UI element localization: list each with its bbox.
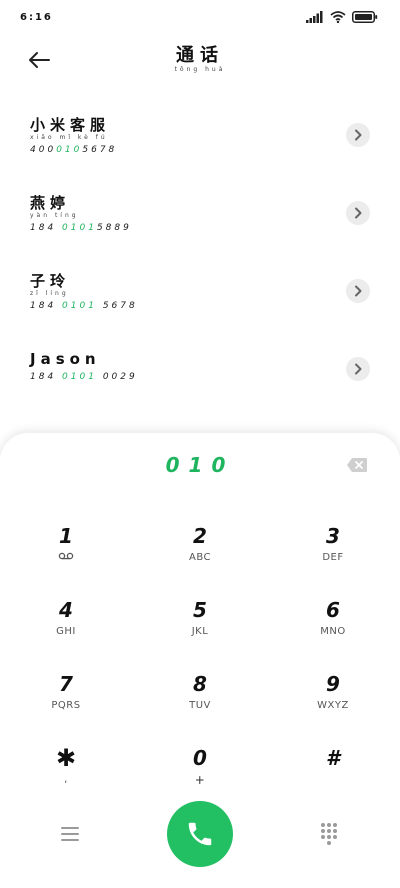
contact-detail-button[interactable] bbox=[346, 357, 370, 381]
number-suffix: 0029 bbox=[96, 372, 138, 382]
signal-bars-icon bbox=[306, 11, 323, 23]
contact-name: 小米客服 bbox=[30, 116, 111, 134]
contact-detail-button[interactable] bbox=[346, 201, 370, 225]
contact-number: 184 0101 5678 bbox=[30, 301, 400, 311]
contact-list: 小米客服 xiǎo mǐ kè fú 4000105678 燕婷 yàn tín… bbox=[0, 96, 400, 408]
contact-item[interactable]: 燕婷 yàn tíng 184 01015889 bbox=[0, 174, 400, 252]
key-4[interactable]: 4 GHI bbox=[16, 597, 116, 657]
key-letters: ABC bbox=[188, 552, 211, 563]
key-8[interactable]: 8 TUV bbox=[150, 671, 250, 731]
number-match: 0101 bbox=[62, 372, 97, 382]
number-match: 0101 bbox=[62, 223, 97, 233]
bottom-bar bbox=[0, 799, 400, 869]
contact-number: 4000105678 bbox=[30, 145, 400, 155]
key-digit: # bbox=[326, 746, 340, 770]
key-0[interactable]: 0 + bbox=[150, 745, 250, 805]
page-title-pinyin: tōng huà bbox=[174, 66, 226, 73]
backspace-icon[interactable] bbox=[346, 457, 368, 473]
battery-icon bbox=[352, 11, 378, 23]
dialed-number[interactable]: 010 bbox=[0, 453, 400, 477]
key-3[interactable]: 3 DEF bbox=[283, 523, 383, 583]
key-1[interactable]: 1 bbox=[16, 523, 116, 583]
key-digit: 7 bbox=[59, 672, 73, 696]
key-7[interactable]: 7 PQRS bbox=[16, 671, 116, 731]
contact-pinyin: xiǎo mǐ kè fú bbox=[30, 134, 108, 141]
status-icons bbox=[306, 11, 378, 23]
contact-item[interactable]: Jason 184 0101 0029 bbox=[0, 330, 400, 408]
contact-name: Jason bbox=[30, 350, 101, 368]
number-suffix: 5678 bbox=[82, 145, 118, 155]
key-star[interactable]: ✱ , bbox=[16, 745, 116, 805]
call-button[interactable] bbox=[167, 801, 233, 867]
key-digit: 8 bbox=[193, 672, 207, 696]
contact-detail-button[interactable] bbox=[346, 279, 370, 303]
status-time: 6:16 bbox=[20, 12, 53, 23]
key-digit: 6 bbox=[326, 598, 340, 622]
wifi-icon bbox=[330, 11, 346, 23]
key-digit: 3 bbox=[326, 524, 340, 548]
key-5[interactable]: 5 JKL bbox=[150, 597, 250, 657]
header: 通话 tōng huà bbox=[0, 40, 400, 80]
key-letters: GHI bbox=[56, 626, 76, 637]
chevron-right-icon bbox=[355, 207, 362, 219]
contact-item[interactable]: 子玲 zǐ líng 184 0101 5678 bbox=[0, 252, 400, 330]
key-digit: 2 bbox=[193, 524, 207, 548]
key-digit: 4 bbox=[59, 598, 73, 622]
key-hash[interactable]: # bbox=[283, 745, 383, 805]
number-prefix: 400 bbox=[30, 145, 57, 155]
key-digit: ✱ bbox=[55, 744, 77, 772]
key-digit: 9 bbox=[326, 672, 340, 696]
contact-pinyin: zǐ líng bbox=[30, 290, 69, 297]
contact-number: 184 0101 0029 bbox=[30, 372, 400, 382]
page-title-wrap: 通话 tōng huà bbox=[0, 46, 400, 74]
contact-detail-button[interactable] bbox=[346, 123, 370, 147]
chevron-right-icon bbox=[355, 285, 362, 297]
key-letters: MNO bbox=[320, 626, 346, 637]
menu-icon[interactable] bbox=[58, 823, 82, 845]
key-letters: WXYZ bbox=[317, 700, 349, 711]
chevron-right-icon bbox=[355, 129, 362, 141]
contact-name: 子玲 bbox=[30, 272, 71, 290]
number-prefix: 184 bbox=[30, 223, 63, 233]
contact-pinyin: yàn tíng bbox=[30, 212, 79, 219]
key-2[interactable]: 2 ABC bbox=[150, 523, 250, 583]
key-digit: 0 bbox=[193, 746, 207, 770]
status-bar: 6:16 bbox=[0, 0, 400, 38]
phone-icon bbox=[188, 822, 212, 846]
number-prefix: 184 bbox=[30, 372, 63, 382]
number-prefix: 184 bbox=[30, 301, 63, 311]
key-letters: + bbox=[194, 773, 206, 787]
contact-name: 燕婷 bbox=[30, 194, 71, 212]
key-letters: JKL bbox=[191, 626, 209, 637]
key-9[interactable]: 9 WXYZ bbox=[283, 671, 383, 731]
number-suffix: 5889 bbox=[96, 223, 132, 233]
key-digit: 5 bbox=[193, 598, 207, 622]
number-match: 0101 bbox=[62, 301, 97, 311]
key-letters: DEF bbox=[322, 552, 344, 563]
dialpad-grid-icon[interactable] bbox=[318, 821, 340, 845]
chevron-right-icon bbox=[355, 363, 362, 375]
contact-item[interactable]: 小米客服 xiǎo mǐ kè fú 4000105678 bbox=[0, 96, 400, 174]
number-match: 010 bbox=[56, 145, 83, 155]
key-6[interactable]: 6 MNO bbox=[283, 597, 383, 657]
contact-number: 184 01015889 bbox=[30, 223, 400, 233]
key-letters: PQRS bbox=[51, 700, 81, 711]
key-letters: TUV bbox=[189, 700, 211, 711]
key-digit: 1 bbox=[59, 524, 73, 548]
voicemail-icon bbox=[16, 551, 116, 566]
page-title: 通话 bbox=[176, 45, 224, 66]
number-suffix: 5678 bbox=[96, 301, 138, 311]
key-letters: , bbox=[64, 774, 68, 785]
